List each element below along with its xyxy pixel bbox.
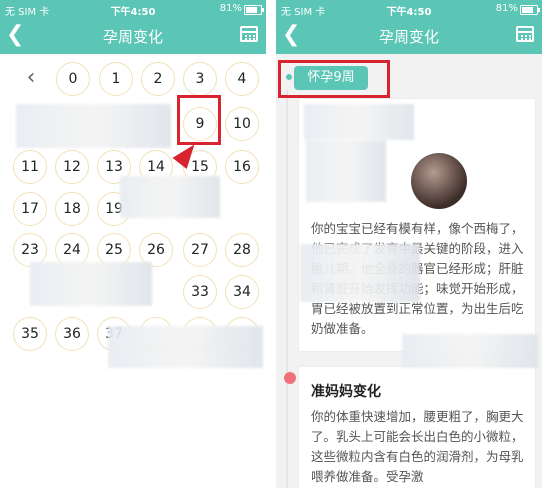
week-label-highlight: [278, 60, 390, 98]
prev-page-icon[interactable]: ‹: [14, 62, 48, 96]
week-cell[interactable]: 4: [225, 62, 259, 96]
battery-text: 81%: [495, 3, 518, 14]
blur-overlay: [108, 326, 263, 368]
week-cell[interactable]: 36: [55, 317, 89, 351]
battery-text: 81%: [219, 3, 242, 14]
week-cell[interactable]: 3: [183, 62, 217, 96]
page-title: 孕周变化: [102, 28, 163, 46]
blur-overlay: [120, 176, 220, 218]
blur-overlay: [16, 104, 171, 148]
mom-change-title: 准妈妈变化: [311, 384, 381, 400]
week-cell[interactable]: 17: [13, 192, 47, 226]
mom-change-text: 你的体重快速增加，腰更粗了，胸更大了。乳头上可能会长出白色的小微粒，这些微粒内含…: [311, 409, 524, 484]
blur-overlay: [306, 140, 386, 202]
week-cell[interactable]: 1: [99, 62, 133, 96]
week-cell[interactable]: 28: [225, 233, 259, 267]
blur-overlay: [402, 334, 538, 368]
week-cell[interactable]: 10: [225, 107, 259, 141]
week-cell[interactable]: 16: [225, 150, 259, 184]
screen-divider: [266, 0, 276, 488]
nav-bar: ❮ 孕周变化: [0, 18, 266, 54]
baby-image: [411, 153, 467, 209]
week-cell[interactable]: 2: [141, 62, 175, 96]
calendar-icon[interactable]: [240, 26, 258, 42]
blur-overlay: [30, 262, 152, 306]
selection-highlight: [177, 95, 221, 145]
week-detail-screen: 无 SIM 卡 下午4:50 81% ❮ 孕周变化 怀孕9周 你的宝宝已经有模有…: [276, 0, 542, 488]
status-bar: 无 SIM 卡 下午4:50 81%: [0, 0, 266, 18]
mom-section-icon: [284, 372, 296, 384]
blur-overlay: [300, 244, 420, 302]
status-bar: 无 SIM 卡 下午4:50 81%: [276, 0, 542, 18]
battery-icon: [244, 5, 264, 15]
battery-icon: [520, 5, 540, 15]
mom-change-card: 准妈妈变化 你的体重快速增加，腰更粗了，胸更大了。乳头上可能会长出白色的小微粒，…: [298, 366, 536, 488]
nav-bar: ❮ 孕周变化: [276, 18, 542, 54]
week-cell[interactable]: 27: [183, 233, 217, 267]
week-cell[interactable]: 35: [13, 317, 47, 351]
week-cell[interactable]: 18: [55, 192, 89, 226]
week-picker-screen: 无 SIM 卡 下午4:50 81% ❮ 孕周变化 ‹ 0 1 2 3 4 9 …: [0, 0, 266, 488]
page-title: 孕周变化: [378, 28, 439, 46]
week-cell[interactable]: 0: [56, 62, 90, 96]
calendar-icon[interactable]: [516, 26, 534, 42]
week-cell[interactable]: 33: [183, 275, 217, 309]
week-cell[interactable]: 34: [225, 275, 259, 309]
timeline-line: [286, 90, 288, 488]
week-cell[interactable]: 11: [13, 150, 47, 184]
blur-overlay: [304, 104, 414, 140]
week-cell[interactable]: 12: [55, 150, 89, 184]
